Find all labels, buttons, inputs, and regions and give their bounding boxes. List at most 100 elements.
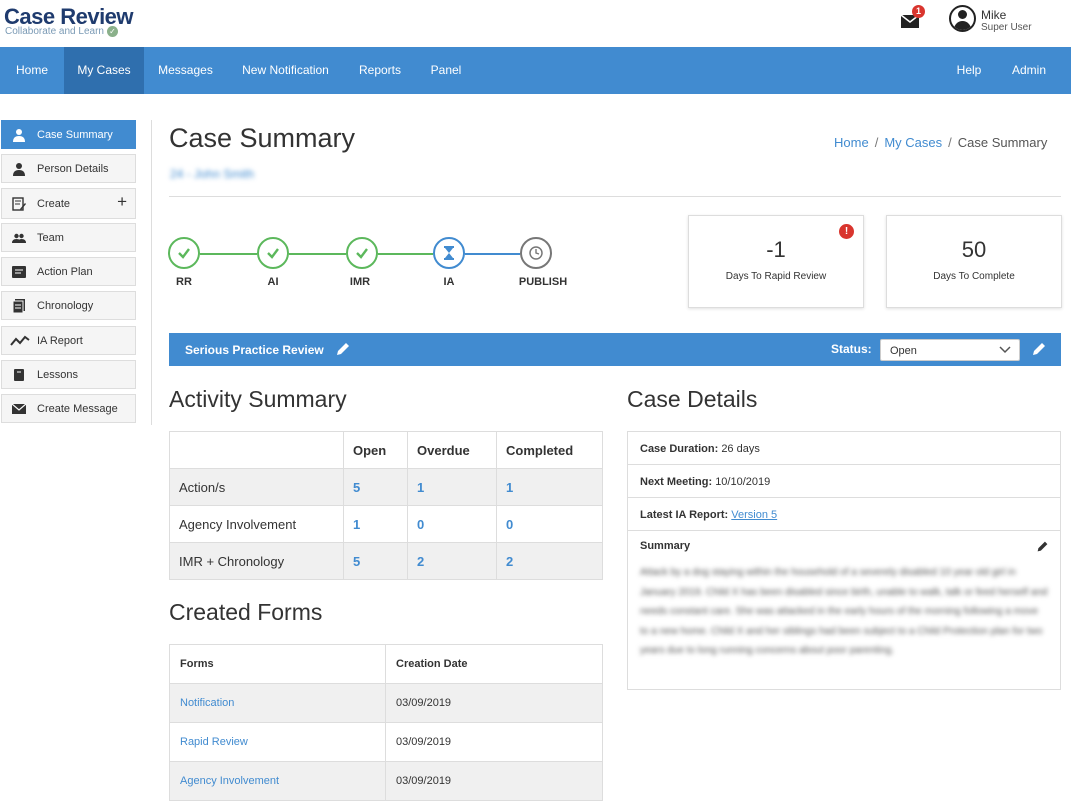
next-meeting-value: 10/10/2019 [715, 476, 771, 488]
count-open[interactable]: 1 [343, 505, 408, 543]
book-icon [14, 369, 24, 381]
review-bar: Serious Practice Review Status: Open [169, 333, 1061, 366]
hourglass-icon [444, 246, 454, 260]
sidebar-item-lessons[interactable]: Lessons [1, 360, 136, 389]
check-icon [356, 248, 368, 259]
table-row: Notification 03/09/2019 [169, 683, 603, 723]
trend-icon [10, 335, 30, 346]
complete-days: 50 [961, 237, 987, 262]
pencil-icon[interactable] [1036, 540, 1049, 553]
ia-report-version-link[interactable]: Version 5 [731, 509, 777, 521]
step-label-ai: AI [267, 276, 279, 288]
form-link[interactable]: Rapid Review [169, 722, 386, 762]
table-header-blank [169, 431, 344, 469]
sidebar-item-label: Chronology [37, 300, 94, 312]
nav-reports[interactable]: Reports [344, 47, 416, 94]
count-overdue[interactable]: 2 [407, 542, 497, 580]
status-select[interactable]: Open [880, 339, 1020, 361]
sidebar-item-case-summary[interactable]: Case Summary [1, 120, 136, 149]
form-link[interactable]: Notification [169, 683, 386, 723]
complete-label: Days To Complete [933, 271, 1015, 282]
person-icon [13, 163, 25, 176]
sidebar-item-label: Case Summary [37, 129, 113, 141]
check-icon [178, 248, 190, 259]
sidebar-item-label: Lessons [37, 369, 78, 381]
top-bar: Case Review Collaborate and Learn ✓ 1 Mik… [0, 0, 1071, 47]
step-rr[interactable] [168, 237, 200, 269]
user-name[interactable]: Mike [981, 8, 1006, 22]
nav-messages[interactable]: Messages [144, 47, 227, 94]
person-icon [13, 129, 25, 142]
case-duration-label: Case Duration: [640, 443, 719, 455]
step-connector [378, 253, 433, 255]
sidebar-item-create[interactable]: Create + [1, 188, 136, 219]
created-forms-heading: Created Forms [169, 599, 323, 625]
complete-card: 50 Days To Complete [886, 215, 1062, 308]
alert-icon: ! [839, 224, 854, 239]
count-completed[interactable]: 2 [496, 542, 603, 580]
nav-my-cases[interactable]: My Cases [64, 47, 144, 94]
sidebar-item-create-message[interactable]: Create Message [1, 394, 136, 423]
app-subtitle-text: Collaborate and Learn [5, 26, 104, 38]
list-icon [12, 266, 26, 278]
plus-icon[interactable]: + [117, 192, 127, 212]
count-open[interactable]: 5 [343, 542, 408, 580]
case-duration-value: 26 days [721, 443, 760, 455]
form-date: 03/09/2019 [385, 683, 603, 723]
sidebar-item-person-details[interactable]: Person Details [1, 154, 136, 183]
count-overdue[interactable]: 0 [407, 505, 497, 543]
step-publish[interactable] [520, 237, 552, 269]
breadcrumb-separator: / [874, 135, 879, 150]
rapid-review-days: -1 [766, 237, 786, 262]
case-duration-row: Case Duration: 26 days [628, 432, 1060, 465]
status-value: Open [890, 345, 917, 357]
sidebar-item-label: Create Message [37, 403, 118, 415]
sidebar-item-label: IA Report [37, 335, 83, 347]
case-person-link[interactable]: 24 - John Smith [170, 167, 254, 181]
user-avatar-icon[interactable] [949, 5, 976, 32]
step-ia[interactable] [433, 237, 465, 269]
summary-heading: Summary [640, 540, 691, 552]
pencil-icon[interactable] [1031, 341, 1047, 357]
count-completed[interactable]: 0 [496, 505, 603, 543]
sidebar-item-label: Action Plan [37, 266, 93, 278]
table-row: Action/s 5 1 1 [169, 468, 603, 506]
sidebar-item-chronology[interactable]: Chronology [1, 291, 136, 320]
form-date: 03/09/2019 [385, 722, 603, 762]
table-header-forms: Forms [169, 644, 386, 684]
sidebar-item-action-plan[interactable]: Action Plan [1, 257, 136, 286]
step-imr[interactable] [346, 237, 378, 269]
pencil-icon[interactable] [335, 341, 351, 357]
latest-ia-report-label: Latest IA Report: [640, 509, 729, 521]
header-divider [169, 196, 1061, 197]
nav-new-notification[interactable]: New Notification [227, 47, 344, 94]
breadcrumb-home[interactable]: Home [834, 135, 869, 150]
step-ai[interactable] [257, 237, 289, 269]
count-completed[interactable]: 1 [496, 468, 603, 506]
summary-text: Attack by a dog staying within the house… [640, 567, 1048, 656]
group-icon [12, 233, 26, 243]
count-overdue[interactable]: 1 [407, 468, 497, 506]
table-row: Rapid Review 03/09/2019 [169, 722, 603, 762]
step-label-imr: IMR [349, 276, 371, 288]
document-icon [12, 299, 25, 313]
sidebar-item-team[interactable]: Team [1, 223, 136, 252]
sidebar-item-ia-report[interactable]: IA Report [1, 326, 136, 355]
count-open[interactable]: 5 [343, 468, 408, 506]
breadcrumb: Home / My Cases / Case Summary [834, 135, 1047, 150]
breadcrumb-my-cases[interactable]: My Cases [884, 135, 942, 150]
app-logo-subtitle: Collaborate and Learn ✓ [5, 26, 118, 37]
nav-panel[interactable]: Panel [416, 47, 476, 94]
nav-home[interactable]: Home [0, 47, 64, 94]
nav-help[interactable]: Help [946, 47, 992, 94]
nav-admin[interactable]: Admin [1000, 47, 1058, 94]
review-title: Serious Practice Review [185, 343, 324, 357]
row-label: Agency Involvement [169, 505, 344, 543]
table-header-overdue: Overdue [407, 431, 497, 469]
step-label-ia: IA [443, 276, 455, 288]
form-link[interactable]: Agency Involvement [169, 761, 386, 801]
sidebar-divider [151, 120, 152, 425]
breadcrumb-separator: / [948, 135, 952, 150]
next-meeting-label: Next Meeting: [640, 476, 713, 488]
next-meeting-row: Next Meeting: 10/10/2019 [628, 465, 1060, 498]
